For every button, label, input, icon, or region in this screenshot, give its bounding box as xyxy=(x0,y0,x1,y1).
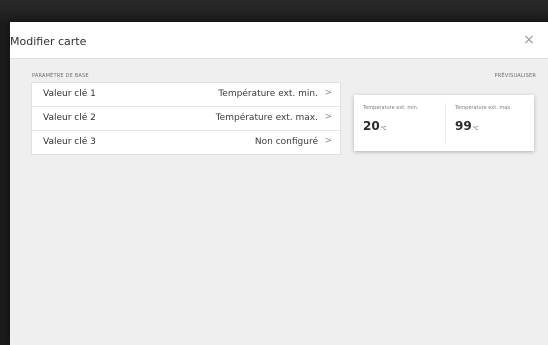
modify-card-dialog: Modifier carte × PARAMÈTRE DE BASE PRÉVI… xyxy=(10,22,548,345)
section-label-preview: PRÉVISUALISER xyxy=(494,73,536,79)
param-key-label: Valeur clé 1 xyxy=(43,89,96,99)
param-row-key-value-1[interactable]: Valeur clé 1 Température ext. min. > xyxy=(32,83,340,107)
close-icon[interactable]: × xyxy=(520,31,538,49)
chevron-right-icon: > xyxy=(324,88,332,98)
preview-item-min-temp: Température ext. min. 20°C xyxy=(363,105,451,134)
chevron-right-icon: > xyxy=(324,112,332,122)
param-row-key-value-3[interactable]: Valeur clé 3 Non configuré > xyxy=(32,131,340,154)
preview-divider xyxy=(445,103,446,143)
dialog-title: Modifier carte xyxy=(10,35,87,48)
preview-item-value: 99 xyxy=(455,119,472,133)
dialog-header: Modifier carte × xyxy=(10,22,548,59)
preview-item-unit: °C xyxy=(380,126,387,132)
parameter-list: Valeur clé 1 Température ext. min. > Val… xyxy=(31,82,341,155)
param-value-label: Non configuré xyxy=(254,137,318,147)
preview-item-label: Température ext. min. xyxy=(363,105,419,111)
param-key-label: Valeur clé 2 xyxy=(43,113,96,123)
window-top-bar xyxy=(0,0,548,22)
param-value-label: Température ext. max. xyxy=(215,113,318,123)
param-value-label: Température ext. min. xyxy=(218,89,318,99)
param-row-key-value-2[interactable]: Valeur clé 2 Température ext. max. > xyxy=(32,107,340,131)
param-key-label: Valeur clé 3 xyxy=(43,137,96,147)
preview-item-unit: °C xyxy=(472,126,479,132)
preview-item-value: 20 xyxy=(363,119,380,133)
preview-card: Température ext. min. 20°C Température e… xyxy=(354,95,534,151)
chevron-right-icon: > xyxy=(324,136,332,146)
preview-item-label: Température ext. max. xyxy=(455,105,512,111)
section-label-base-parameters: PARAMÈTRE DE BASE xyxy=(32,73,89,79)
preview-item-max-temp: Température ext. max. 99°C xyxy=(455,105,543,134)
